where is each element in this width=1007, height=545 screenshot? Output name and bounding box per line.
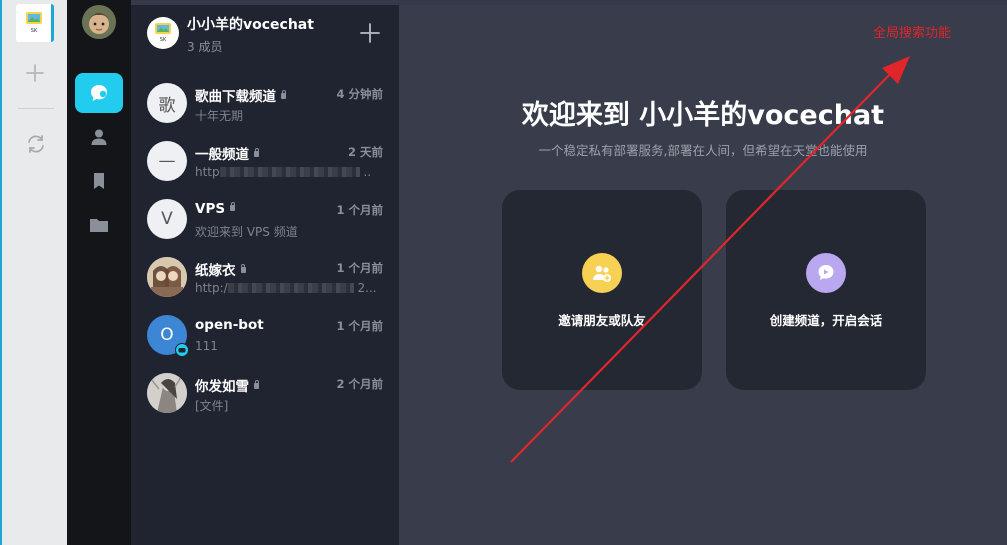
channel-item[interactable]: 纸嫁衣 1 个月前 http:/ 2...	[131, 254, 399, 312]
app-root: SK SK 小小羊的vocechat 3 成员 歌 歌曲下载频道 4 分钟前 十…	[0, 0, 1007, 545]
svg-text:SK: SK	[160, 37, 167, 43]
chat-bubble-icon	[91, 85, 107, 101]
channel-avatar	[147, 373, 187, 413]
nav-files-button[interactable]	[75, 205, 123, 245]
folder-icon	[90, 219, 108, 232]
channel-list: SK 小小羊的vocechat 3 成员 歌 歌曲下载频道 4 分钟前 十年无期…	[131, 5, 399, 545]
nav-column	[67, 0, 131, 545]
sync-icon	[28, 135, 44, 153]
channel-last-message: [文件]	[195, 399, 229, 413]
redacted-text	[219, 167, 360, 177]
channel-title: 纸嫁衣	[195, 259, 246, 279]
channel-last-message: http ..	[195, 165, 372, 179]
channel-item[interactable]: — 一般频道 2 天前 http ..	[131, 138, 399, 196]
lock-icon	[254, 380, 259, 389]
server-logo-icon: SK	[155, 23, 171, 43]
create-channel-icon-wrap	[806, 253, 846, 293]
channel-avatar	[147, 257, 187, 297]
server-icon-button[interactable]: SK	[16, 4, 54, 42]
svg-text:SK: SK	[30, 28, 37, 34]
channel-time: 1 个月前	[336, 319, 383, 333]
lock-icon	[240, 264, 246, 273]
invite-card[interactable]: 邀请朋友或队友	[502, 190, 702, 390]
channel-title: 歌曲下载频道	[195, 85, 286, 105]
channel-time: 4 分钟前	[336, 87, 383, 101]
channel-avatar: V	[147, 199, 187, 239]
channel-item[interactable]: V VPS 1 个月前 欢迎来到 VPS 频道	[131, 196, 399, 254]
invite-icon-wrap	[582, 253, 622, 293]
invite-card-label: 邀请朋友或队友	[558, 313, 646, 328]
plus-icon	[360, 23, 380, 43]
bot-badge-icon	[175, 343, 189, 357]
create-channel-card-label: 创建频道，开启会话	[769, 313, 883, 328]
channel-last-message: 欢迎来到 VPS 频道	[195, 225, 298, 239]
channel-time: 1 个月前	[336, 261, 383, 275]
lock-icon	[230, 202, 236, 211]
channel-last-message: 十年无期	[195, 109, 244, 123]
add-server-button[interactable]	[24, 62, 46, 84]
server-logo-icon: SK	[25, 12, 42, 34]
channel-item[interactable]: O open-bot 1 个月前 111	[131, 312, 399, 370]
annotation-label: 全局搜索功能	[873, 26, 952, 41]
channel-title: open-bot	[195, 317, 264, 333]
main-panel: 欢迎来到 小小羊的vocechat 一个稳定私有部署服务,部署在人间，但希望在天…	[399, 5, 1007, 545]
channel-time: 2 天前	[347, 145, 383, 159]
add-user-icon	[593, 265, 611, 282]
sync-button[interactable]	[24, 132, 48, 156]
nav-contacts-button[interactable]	[75, 117, 123, 157]
nav-favorites-button[interactable]	[75, 161, 123, 201]
channel-last-message: 111	[195, 339, 218, 353]
channel-avatar-image	[147, 257, 187, 297]
channel-time: 2 个月前	[336, 377, 383, 391]
plus-icon	[26, 64, 44, 82]
channel-item[interactable]: 歌 歌曲下载频道 4 分钟前 十年无期	[131, 80, 399, 138]
channel-last-message: http:/ 2...	[195, 281, 377, 295]
channel-item[interactable]: 你发如雪 2 个月前 [文件]	[131, 370, 399, 428]
channel-time: 1 个月前	[336, 203, 383, 217]
channel-title: 一般频道	[195, 143, 259, 163]
nav-chat-button[interactable]	[75, 73, 123, 113]
chat-plus-icon	[818, 265, 834, 280]
channel-title: VPS	[195, 201, 236, 217]
user-avatar[interactable]	[82, 5, 116, 39]
user-icon	[91, 129, 107, 145]
welcome-title: 欢迎来到 小小羊的vocechat	[521, 100, 885, 131]
server-header: SK 小小羊的vocechat 3 成员	[131, 5, 399, 65]
lock-icon	[254, 148, 259, 157]
lock-icon	[281, 90, 286, 99]
add-channel-button[interactable]	[359, 22, 381, 44]
redacted-text	[227, 283, 354, 293]
server-rail: SK	[0, 0, 67, 545]
create-channel-card[interactable]: 创建频道，开启会话	[726, 190, 926, 390]
channel-title: 你发如雪	[195, 375, 259, 395]
channel-avatar: O	[147, 315, 189, 357]
avatar-image	[82, 5, 116, 39]
welcome-description: 一个稳定私有部署服务,部署在人间，但希望在天堂也能使用	[538, 143, 868, 158]
channel-avatar-image	[147, 373, 187, 413]
server-avatar: SK	[147, 17, 179, 49]
member-count: 3 成员	[187, 40, 223, 54]
channel-avatar: 歌	[147, 83, 187, 123]
server-name: 小小羊的vocechat	[187, 17, 314, 33]
rail-divider	[18, 108, 54, 109]
bookmark-icon	[94, 173, 104, 189]
channel-avatar: —	[147, 141, 187, 181]
